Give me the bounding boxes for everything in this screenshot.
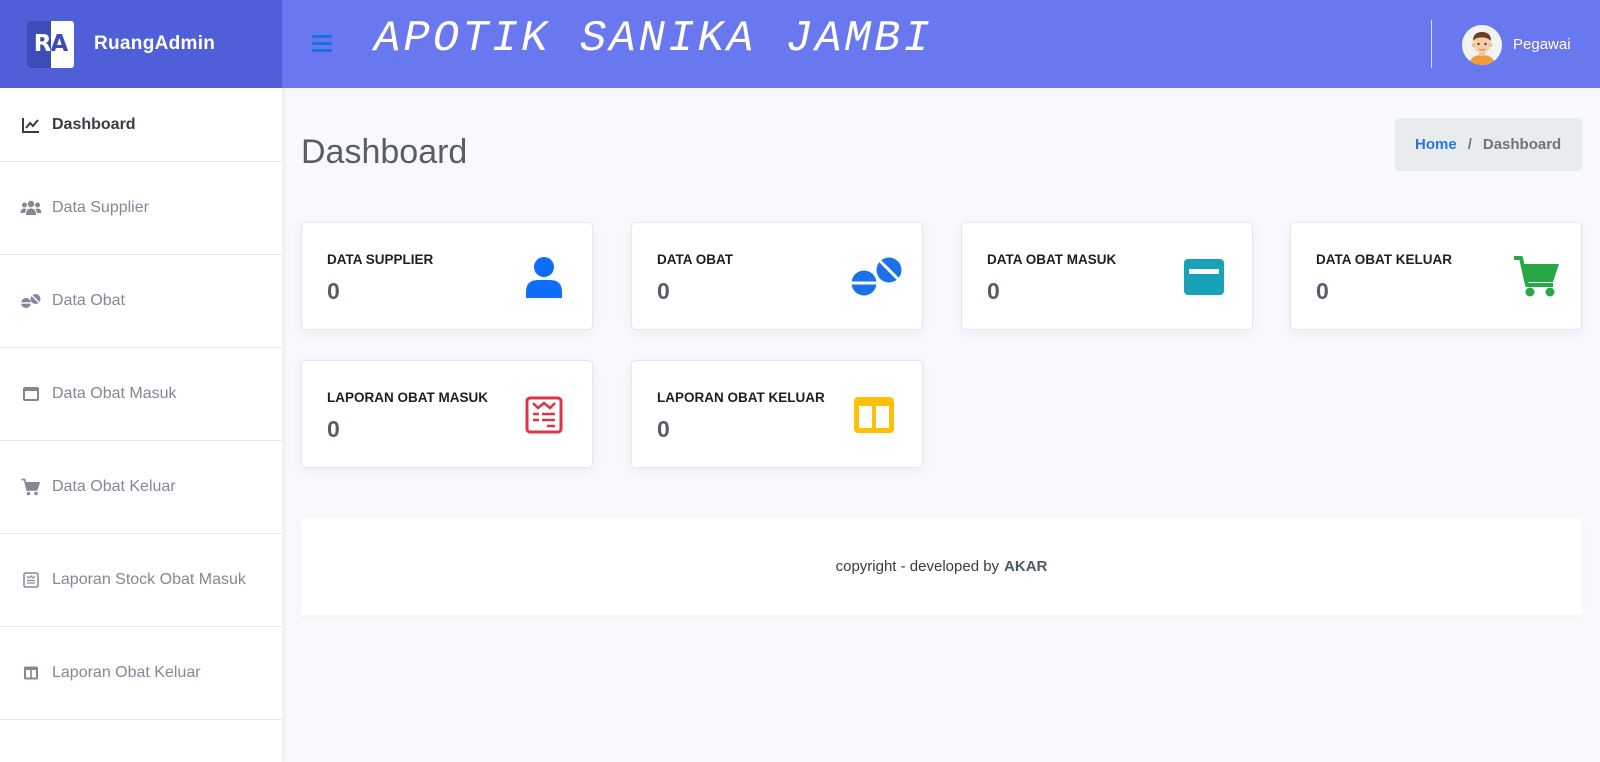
sidebar-item-label: Laporan Stock Obat Masuk xyxy=(52,571,246,588)
sidebar-item-label: Data Obat xyxy=(52,292,125,309)
card-label: DATA SUPPLIER xyxy=(327,252,434,267)
sidebar-toggle-button[interactable] xyxy=(312,35,332,53)
breadcrumb: Home / Dashboard xyxy=(1395,118,1582,171)
page-title: Dashboard xyxy=(301,133,468,171)
sidebar-item-dashboard[interactable]: Dashboard xyxy=(0,88,282,162)
sidebar-item-laporan-stock-obat-masuk[interactable]: Laporan Stock Obat Masuk xyxy=(0,534,282,627)
brand[interactable]: RA RuangAdmin xyxy=(0,0,282,88)
card-value: 0 xyxy=(1316,278,1329,304)
brand-logo: RA xyxy=(27,20,74,68)
topbar-divider xyxy=(1431,20,1432,68)
columns-icon xyxy=(850,391,898,439)
sidebar-item-data-supplier[interactable]: Data Supplier xyxy=(0,162,282,255)
avatar[interactable] xyxy=(1462,25,1502,65)
sidebar-item-laporan-obat-keluar[interactable]: Laporan Obat Keluar xyxy=(0,627,282,720)
brand-logo-letter-r: R xyxy=(33,31,52,57)
window-maximize-icon xyxy=(1180,253,1228,301)
cart-icon xyxy=(20,476,42,498)
window-maximize-icon xyxy=(20,383,42,405)
chart-line-icon xyxy=(20,114,42,136)
pills-icon xyxy=(850,253,904,301)
pills-icon xyxy=(20,290,42,312)
sidebar-nav: Dashboard Data Supplier Data Obat Data O… xyxy=(0,88,282,720)
card-label: LAPORAN OBAT MASUK xyxy=(327,390,488,405)
app-title: APOTIK SANIKA JAMBI xyxy=(374,14,933,64)
cart-icon xyxy=(1513,253,1561,301)
card-data-supplier[interactable]: DATA SUPPLIER 0 xyxy=(301,222,593,330)
footer-author: AKAR xyxy=(1004,558,1048,575)
card-value: 0 xyxy=(327,278,340,304)
sidebar: RA RuangAdmin Dashboard Data Supplier Da… xyxy=(0,0,282,762)
users-icon xyxy=(20,197,42,219)
card-value: 0 xyxy=(987,278,1000,304)
card-data-obat[interactable]: DATA OBAT 0 xyxy=(631,222,923,330)
card-value: 0 xyxy=(657,278,670,304)
card-data-obat-keluar[interactable]: DATA OBAT KELUAR 0 xyxy=(1290,222,1582,330)
receipt-icon xyxy=(520,391,568,439)
sidebar-item-label: Dashboard xyxy=(52,115,136,133)
card-label: DATA OBAT MASUK xyxy=(987,252,1117,267)
card-value: 0 xyxy=(327,416,340,442)
card-laporan-obat-masuk[interactable]: LAPORAN OBAT MASUK 0 xyxy=(301,360,593,468)
sidebar-item-label: Laporan Obat Keluar xyxy=(52,664,201,681)
card-label: DATA OBAT KELUAR xyxy=(1316,252,1452,267)
footer-text: copyright - developed by xyxy=(835,558,1000,575)
user-icon xyxy=(520,253,568,301)
breadcrumb-current: Dashboard xyxy=(1482,136,1562,153)
card-laporan-obat-keluar[interactable]: LAPORAN OBAT KELUAR 0 xyxy=(631,360,923,468)
brand-logo-letter-a: A xyxy=(50,31,68,57)
card-value: 0 xyxy=(657,416,670,442)
sidebar-item-data-obat[interactable]: Data Obat xyxy=(0,255,282,348)
receipt-icon xyxy=(20,569,42,591)
user-name[interactable]: Pegawai xyxy=(1513,36,1571,53)
card-label: LAPORAN OBAT KELUAR xyxy=(657,390,825,405)
brand-name: RuangAdmin xyxy=(94,33,216,54)
card-label: DATA OBAT xyxy=(657,252,733,267)
sidebar-item-label: Data Obat Masuk xyxy=(52,385,177,402)
topbar: APOTIK SANIKA JAMBI Pegawai xyxy=(282,0,1600,88)
breadcrumb-home-link[interactable]: Home xyxy=(1415,136,1457,153)
breadcrumb-separator: / xyxy=(1467,136,1472,153)
sidebar-item-data-obat-masuk[interactable]: Data Obat Masuk xyxy=(0,348,282,441)
sidebar-item-data-obat-keluar[interactable]: Data Obat Keluar xyxy=(0,441,282,534)
columns-icon xyxy=(20,662,42,684)
sidebar-item-label: Data Supplier xyxy=(52,199,149,216)
sidebar-item-label: Data Obat Keluar xyxy=(52,478,176,495)
footer: copyright - developed by AKAR xyxy=(301,518,1582,615)
card-data-obat-masuk[interactable]: DATA OBAT MASUK 0 xyxy=(961,222,1253,330)
